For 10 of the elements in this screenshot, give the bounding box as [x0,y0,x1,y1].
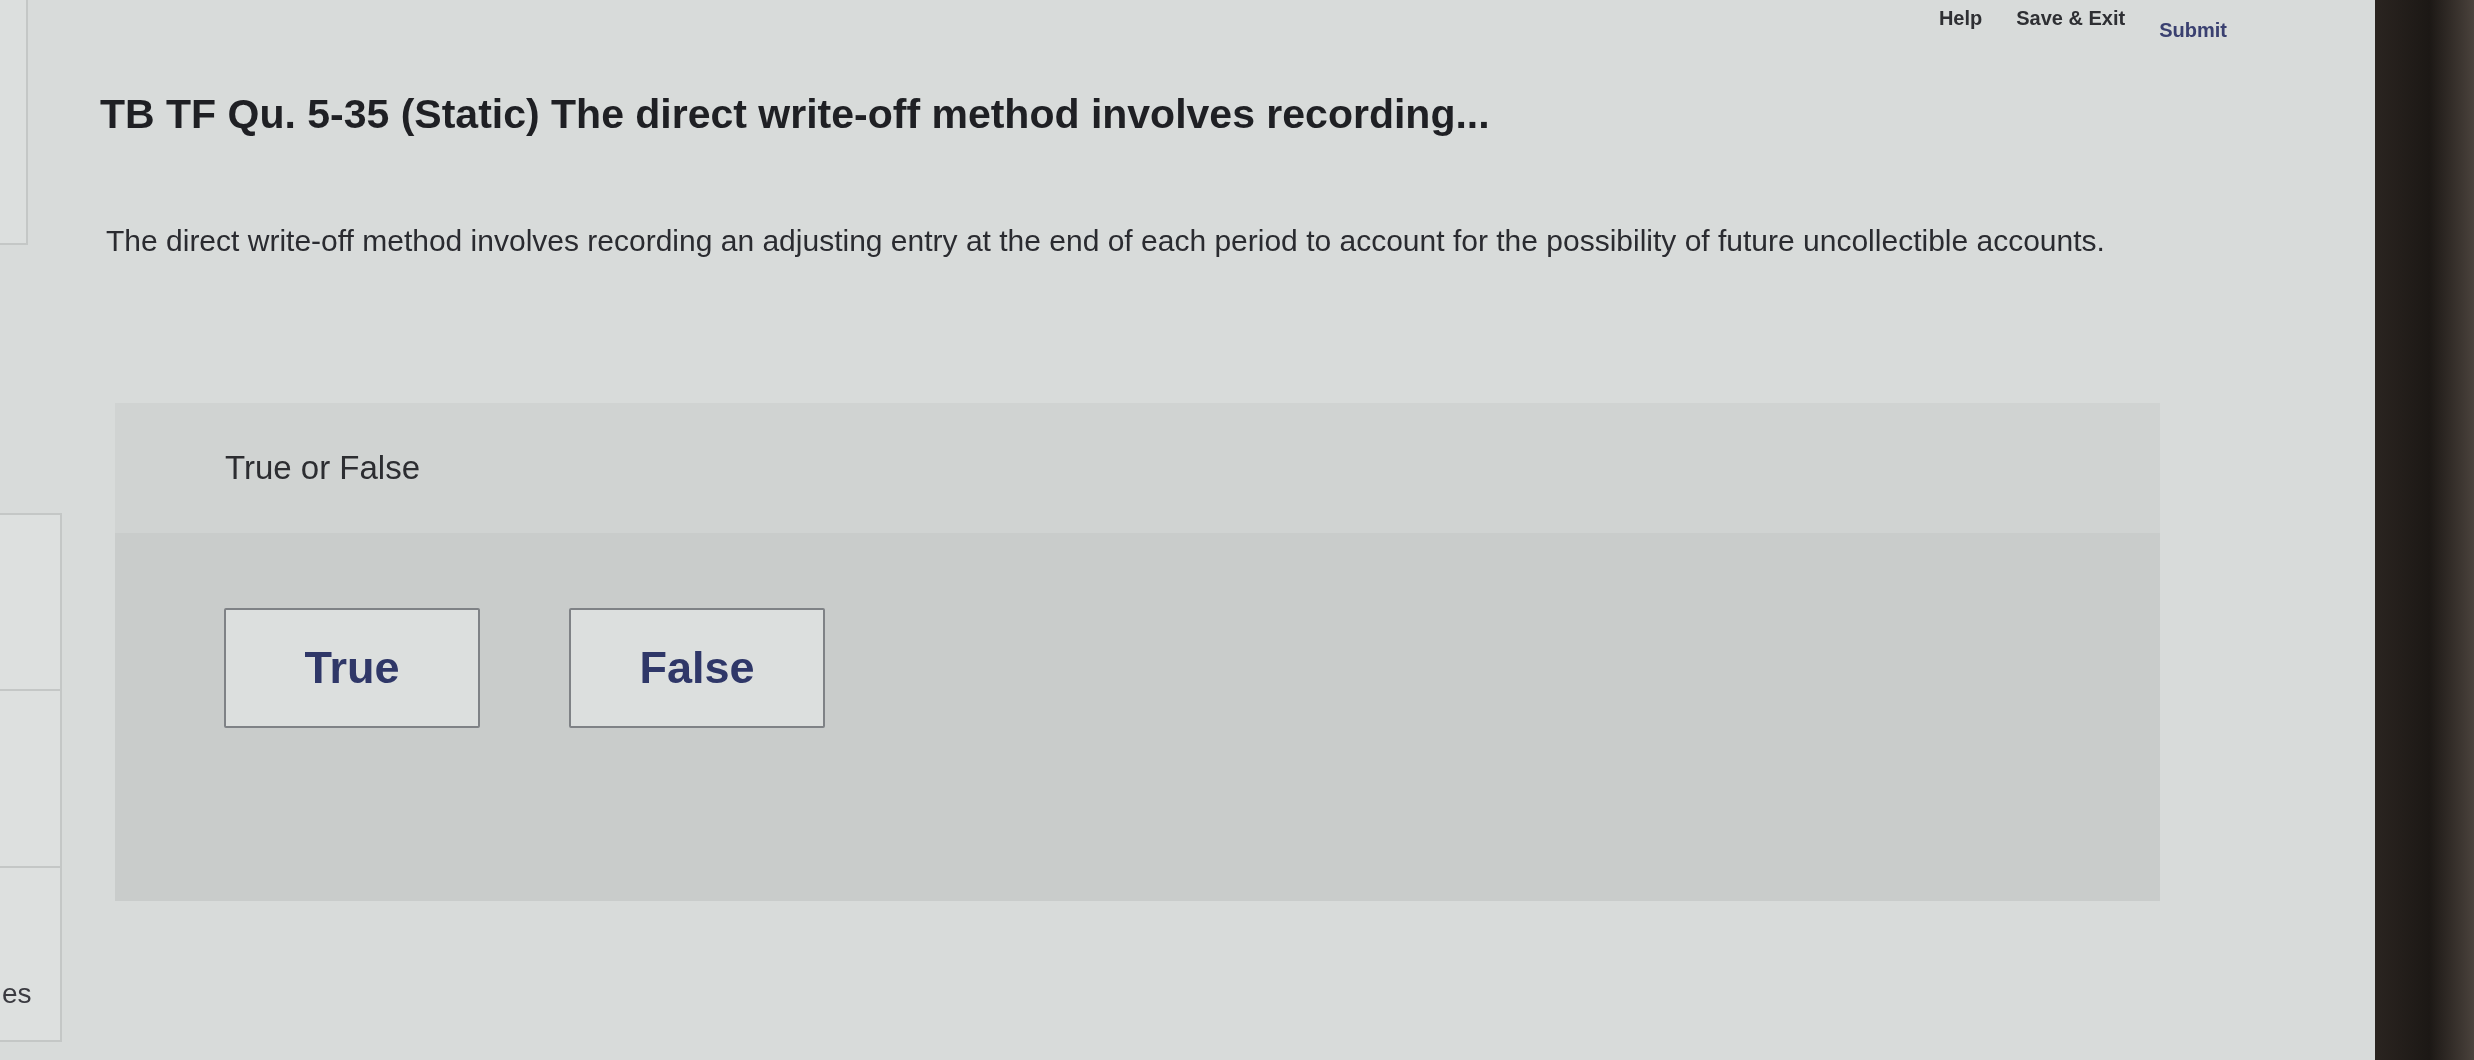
header-link[interactable]: Submit [2159,18,2227,43]
question-prompt: The direct write-off method involves recording an adjusting entry at the end of each period to account for the possibility of future uncollectible accounts. [106,223,2105,260]
sidebar-cell[interactable]: es [0,868,62,1042]
question-title: TB TF Qu. 5-35 (Static) The direct write-off method involves recording... [100,90,1490,139]
answer-option[interactable]: False [569,607,825,728]
panel-heading: True or False [225,447,420,488]
header-link[interactable]: Help [1938,6,1983,31]
answer-option[interactable]: True [224,607,480,728]
header-link[interactable]: Save & Exit [2016,6,2126,31]
sidebar-label: es [2,980,32,1008]
